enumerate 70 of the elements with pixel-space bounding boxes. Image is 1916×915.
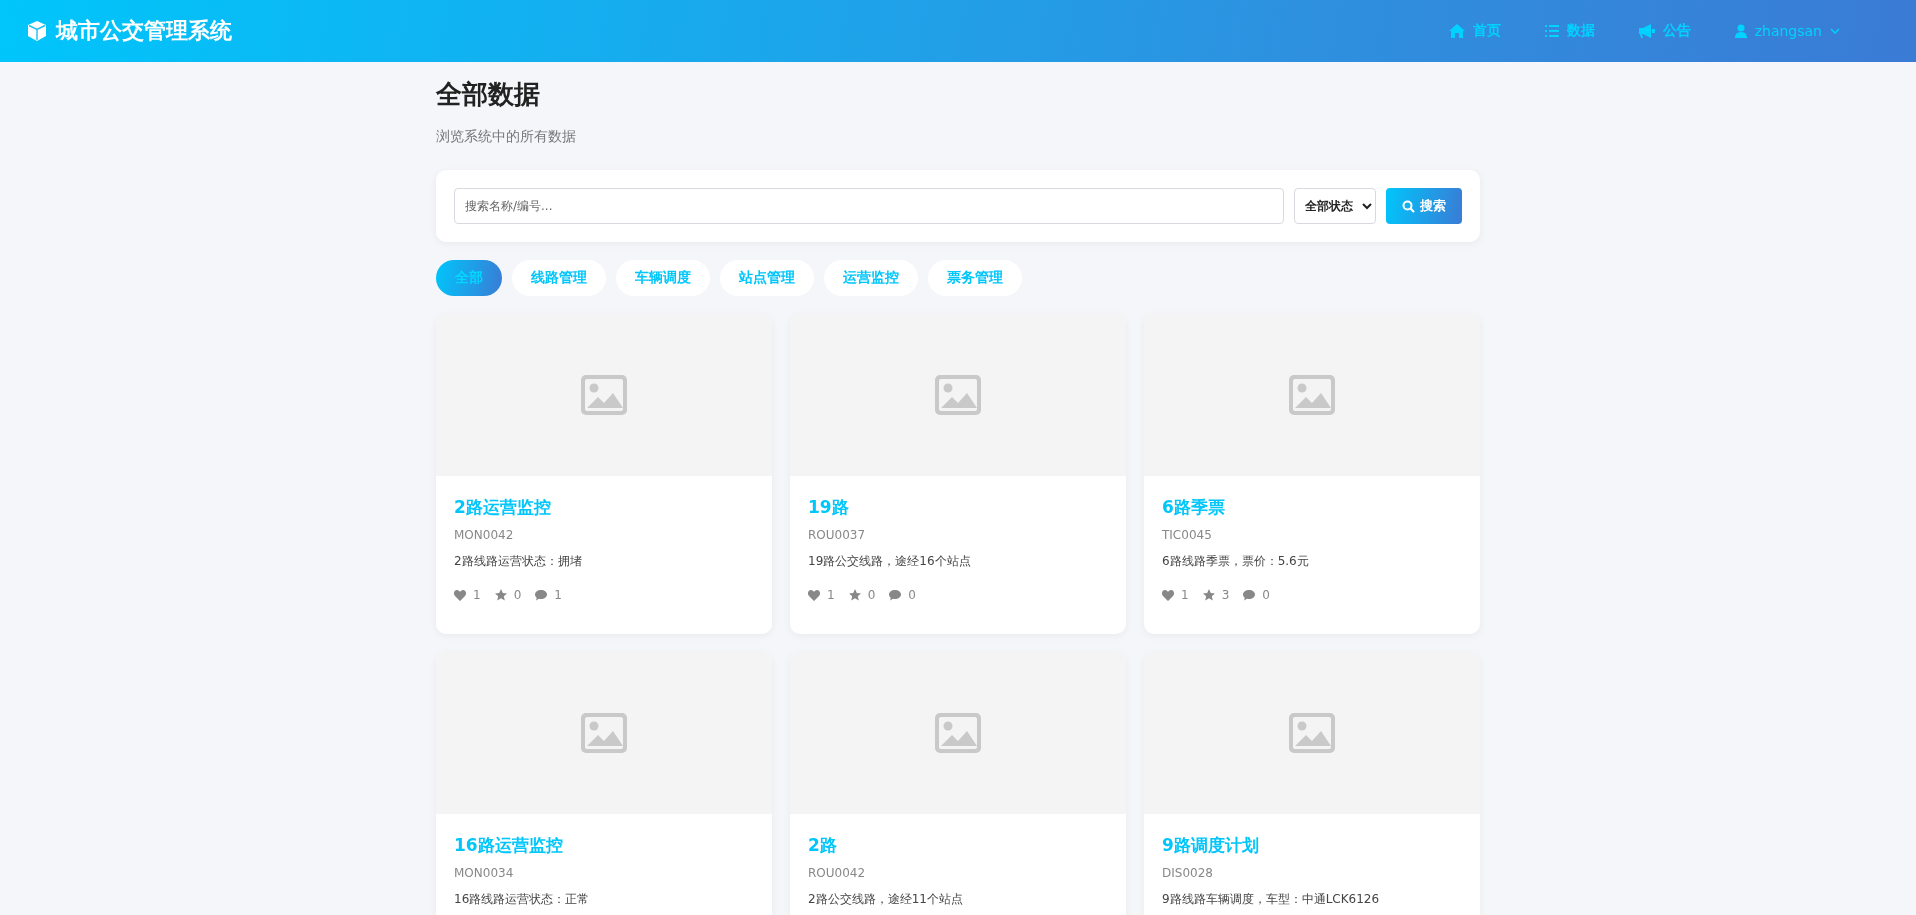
search-button[interactable]: 搜索 <box>1386 188 1462 225</box>
list-icon <box>1544 25 1559 37</box>
count-label: 1 <box>1181 588 1189 603</box>
app-title: 城市公交管理系统 <box>56 17 232 45</box>
count-label: 0 <box>513 588 522 603</box>
count-label: 0 <box>867 588 876 603</box>
comment-icon <box>535 590 548 601</box>
nav-link[interactable]: 数据 <box>1544 22 1595 40</box>
star-icon <box>494 589 507 602</box>
item-title[interactable]: 2路运营监控 <box>454 496 754 519</box>
image-placeholder-icon <box>1289 713 1335 754</box>
category-tab[interactable]: 运营监控 <box>824 260 918 297</box>
item-card[interactable]: 6路季票 TIC0045 6路线路季票，票价：5.6元 1 3 0 <box>1144 314 1480 635</box>
count-label: 0 <box>1262 588 1270 603</box>
megaphone-icon <box>1638 24 1655 38</box>
item-title[interactable]: 16路运营监控 <box>454 834 754 857</box>
item-description: 2路线路运营状态：拥堵 <box>454 553 583 571</box>
category-tab[interactable]: 线路管理 <box>512 260 606 297</box>
home-icon <box>1448 24 1465 38</box>
star-icon <box>1202 589 1215 602</box>
item-card[interactable]: 16路运营监控 MON0034 16路线路运营状态：正常 <box>436 652 772 915</box>
user-icon <box>1734 24 1747 38</box>
item-description: 16路线路运营状态：正常 <box>454 891 591 909</box>
count-label: 1 <box>827 588 835 603</box>
image-placeholder-icon <box>935 375 981 416</box>
item-description: 2路公交线路，途经11个站点 <box>808 891 964 909</box>
image-placeholder-icon <box>935 713 981 754</box>
status-dropdown[interactable]: 全部状态 <box>1294 188 1376 225</box>
comment-icon <box>889 590 902 601</box>
nav-link[interactable]: 首页 <box>1448 22 1501 40</box>
star-icon <box>848 589 861 602</box>
heart-icon <box>1162 590 1174 601</box>
item-code: DIS0028 <box>1162 866 1214 881</box>
count-label: 1 <box>473 588 481 603</box>
heart-icon <box>454 590 466 601</box>
item-description: 19路公交线路，途经16个站点 <box>808 553 972 571</box>
item-title[interactable]: 19路 <box>808 496 1108 519</box>
item-card[interactable]: 19路 ROU0037 19路公交线路，途经16个站点 1 0 0 <box>790 314 1126 635</box>
item-card[interactable]: 2路运营监控 MON0042 2路线路运营状态：拥堵 1 0 1 <box>436 314 772 635</box>
item-code: ROU0042 <box>808 866 867 881</box>
comment-icon <box>1243 590 1256 601</box>
item-code: MON0042 <box>454 528 515 543</box>
count-label: 1 <box>554 588 562 603</box>
item-code: ROU0037 <box>808 528 867 543</box>
item-title[interactable]: 9路调度计划 <box>1162 834 1462 857</box>
category-tab[interactable]: 票务管理 <box>928 260 1022 297</box>
search-icon <box>1402 199 1415 213</box>
category-tab[interactable]: 车辆调度 <box>616 260 710 297</box>
image-placeholder-icon <box>1289 375 1335 416</box>
image-placeholder-icon <box>581 375 627 416</box>
item-description: 6路线路季票，票价：5.6元 <box>1162 553 1310 571</box>
page-title: 全部数据 <box>436 78 541 111</box>
item-title[interactable]: 2路 <box>808 834 1108 857</box>
item-code: TIC0045 <box>1162 528 1213 543</box>
page-subtitle: 浏览系统中的所有数据 <box>436 128 577 147</box>
item-description: 9路线路车辆调度，车型：中通LCK6126 <box>1162 891 1381 909</box>
image-placeholder-icon <box>581 713 627 754</box>
nav-link[interactable]: 公告 <box>1638 22 1691 40</box>
cube-icon <box>26 20 48 42</box>
item-card[interactable]: 2路 ROU0042 2路公交线路，途经11个站点 <box>790 652 1126 915</box>
chevron-down-icon <box>1830 28 1840 34</box>
user-menu[interactable]: zhangsan <box>1734 23 1840 39</box>
heart-icon <box>808 590 820 601</box>
count-label: 3 <box>1221 588 1230 603</box>
item-title[interactable]: 6路季票 <box>1162 496 1462 519</box>
item-card[interactable]: 9路调度计划 DIS0028 9路线路车辆调度，车型：中通LCK6126 <box>1144 652 1480 915</box>
count-label: 0 <box>908 588 916 603</box>
item-code: MON0034 <box>454 866 515 881</box>
category-tab[interactable]: 站点管理 <box>720 260 814 297</box>
search-field[interactable]: 搜索名称/编号... <box>454 188 1284 225</box>
